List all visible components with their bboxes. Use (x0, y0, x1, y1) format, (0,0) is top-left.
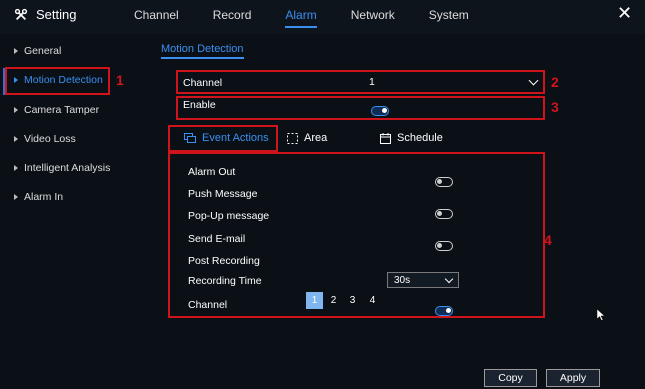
send-email-label: Send E-mail (188, 233, 246, 245)
enable-label: Enable (183, 99, 216, 111)
recording-time-select[interactable]: 30s (387, 272, 459, 288)
caret-right-icon (14, 48, 18, 54)
event-actions-icon (184, 132, 196, 143)
close-icon[interactable]: ✕ (617, 3, 632, 24)
sidebar-item-alarm-in[interactable]: Alarm In (14, 191, 63, 203)
channel-row-label: Channel (188, 299, 228, 311)
caret-right-icon (14, 77, 18, 83)
sidebar-item-motion-detection[interactable]: Motion Detection (14, 74, 103, 86)
alarm-out-toggle[interactable] (435, 177, 453, 187)
sidebar-item-camera-tamper[interactable]: Camera Tamper (14, 104, 99, 116)
enable-toggle[interactable] (371, 106, 389, 116)
copy-button[interactable]: Copy (484, 369, 537, 387)
tab-record[interactable]: Record (213, 8, 252, 22)
calendar-icon (380, 132, 391, 144)
sidebar-item-general[interactable]: General (14, 45, 61, 57)
push-message-label: Push Message (188, 188, 258, 200)
popup-message-toggle[interactable] (435, 241, 453, 251)
tab-event-actions[interactable]: Event Actions (184, 132, 269, 144)
alarm-out-label: Alarm Out (188, 166, 236, 178)
annotation-box-2 (176, 70, 545, 94)
channel-checkbox-1[interactable]: 1 (306, 292, 323, 309)
tab-label: Event Actions (202, 132, 269, 144)
tab-label: Area (304, 132, 328, 144)
annotation-label-2: 2 (551, 74, 559, 90)
popup-message-label: Pop-Up message (188, 210, 270, 222)
settings-title: Setting (14, 7, 76, 22)
tab-network[interactable]: Network (351, 8, 395, 22)
area-icon (287, 132, 298, 144)
sidebar-item-label: Video Loss (24, 133, 76, 145)
tab-channel[interactable]: Channel (134, 8, 179, 22)
subtab-motion-detection[interactable]: Motion Detection (161, 43, 244, 59)
sidebar-item-label: Intelligent Analysis (24, 162, 111, 174)
annotation-label-1: 1 (116, 72, 124, 88)
channel-checkbox-4[interactable]: 4 (364, 292, 381, 309)
apply-button[interactable]: Apply (546, 369, 600, 387)
tab-label: Schedule (397, 132, 443, 144)
tools-icon (14, 8, 28, 20)
caret-right-icon (14, 194, 18, 200)
sidebar-item-label: General (24, 45, 62, 57)
page-title: Setting (36, 7, 77, 22)
annotation-label-3: 3 (551, 99, 559, 115)
sidebar-item-video-loss[interactable]: Video Loss (14, 133, 76, 145)
post-recording-label: Post Recording (188, 255, 260, 267)
chevron-down-icon (444, 274, 454, 283)
caret-right-icon (14, 136, 18, 142)
recording-time-label: Recording Time (188, 275, 262, 287)
sidebar-item-label: Camera Tamper (24, 104, 100, 116)
tab-system[interactable]: System (429, 8, 469, 22)
channel-checkbox-3[interactable]: 3 (344, 292, 361, 309)
post-recording-toggle[interactable] (435, 306, 453, 316)
channel-checkbox-2[interactable]: 2 (325, 292, 342, 309)
sidebar-item-label: Alarm In (24, 191, 64, 203)
recording-time-value: 30s (394, 274, 411, 286)
top-nav: Channel Record Alarm Network System (134, 8, 503, 28)
sidebar-item-intelligent-analysis[interactable]: Intelligent Analysis (14, 162, 110, 174)
caret-right-icon (14, 107, 18, 113)
sidebar-item-label: Motion Detection (24, 74, 103, 86)
mouse-cursor-icon (597, 309, 605, 321)
tab-schedule[interactable]: Schedule (380, 132, 443, 144)
annotation-label-4: 4 (544, 232, 552, 248)
tab-alarm[interactable]: Alarm (285, 8, 318, 28)
tab-area[interactable]: Area (287, 132, 327, 144)
caret-right-icon (14, 165, 18, 171)
channel-label: Channel (183, 77, 223, 89)
push-message-toggle[interactable] (435, 209, 453, 219)
annotation-box-3 (176, 96, 545, 120)
channel-select-value[interactable]: 1 (369, 76, 375, 88)
